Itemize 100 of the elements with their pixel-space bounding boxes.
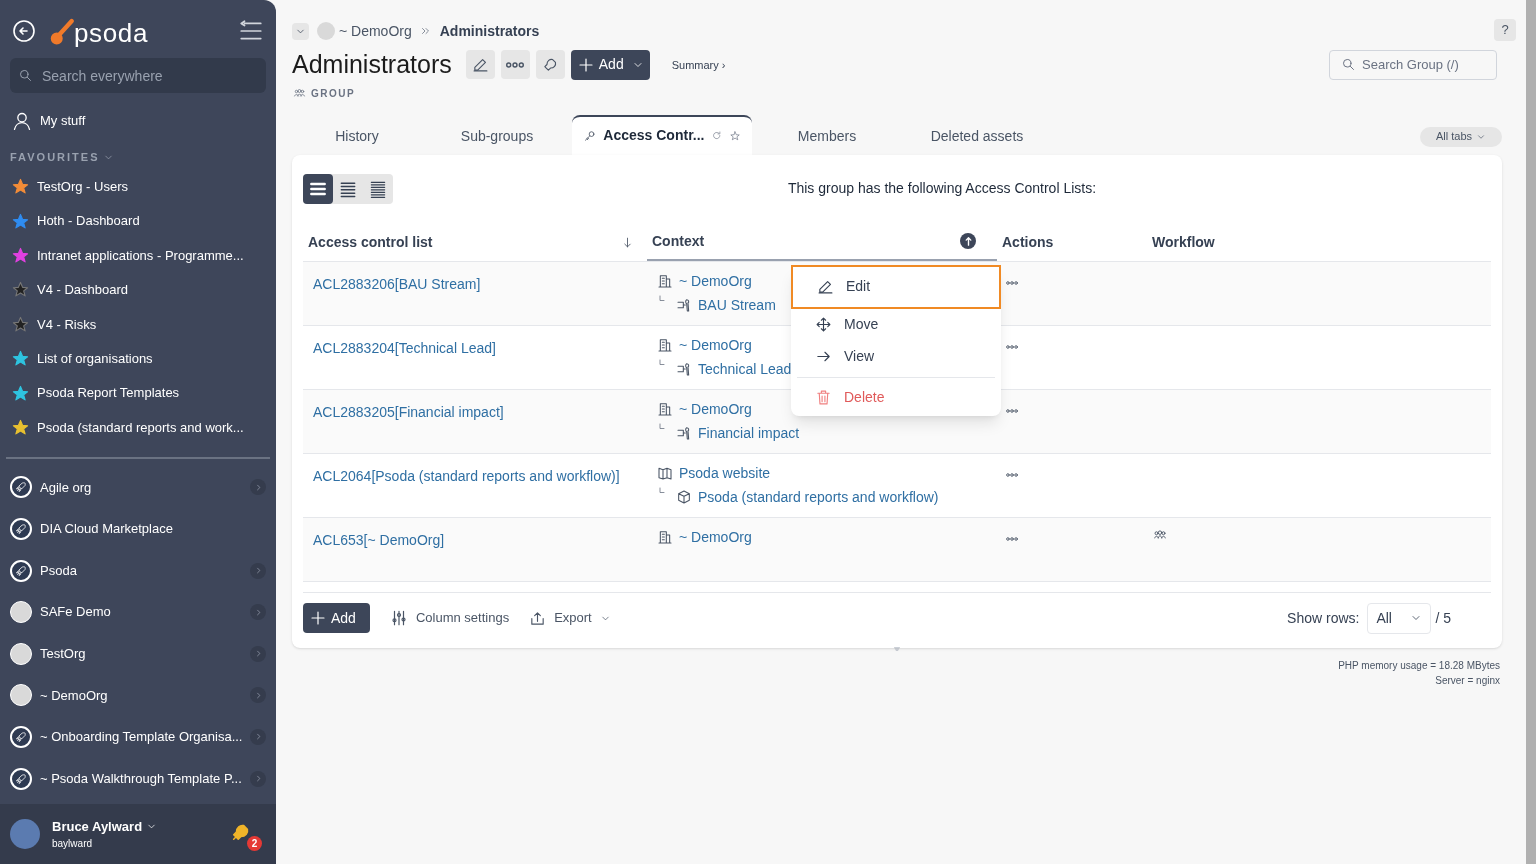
acl-link[interactable]: ACL2064[Psoda (standard reports and workflow)]	[313, 467, 620, 484]
favourite-item[interactable]: TestOrg - Users	[0, 169, 276, 204]
acl-link[interactable]: ACL2883205[Financial impact]	[313, 403, 504, 420]
my-stuff-link[interactable]: My stuff	[0, 109, 276, 133]
organisation-item[interactable]: SAFe Demo	[0, 591, 276, 633]
context-link[interactable]: BAU Stream	[698, 294, 776, 316]
favourite-item[interactable]: Psoda Report Templates	[0, 375, 276, 411]
menu-item[interactable]: Edit	[791, 264, 1001, 309]
edit-button[interactable]	[465, 50, 495, 80]
favourite-item[interactable]: Psoda (standard reports and work...	[0, 410, 276, 445]
scrollbar[interactable]	[1526, 0, 1536, 864]
context-link[interactable]: Psoda (standard reports and workflow)	[698, 486, 939, 508]
sort-up-icon[interactable]	[960, 233, 976, 249]
acl-link[interactable]: ACL653[~ DemoOrg]	[313, 531, 445, 548]
rocket-icon	[10, 559, 32, 582]
organisation-item[interactable]: ~ Psoda Walkthrough Template P...	[0, 757, 276, 800]
more-icon	[506, 61, 525, 68]
search-icon	[18, 68, 33, 83]
breadcrumb-separator-icon	[419, 25, 432, 37]
avatar-placeholder	[10, 819, 40, 849]
expand-icon[interactable]	[250, 645, 266, 662]
help-button[interactable]: ?	[1494, 19, 1516, 41]
menu-item[interactable]: Move	[791, 308, 1001, 341]
context-link[interactable]: Financial impact	[698, 422, 800, 444]
map-icon	[657, 465, 673, 481]
breadcrumb-link[interactable]: ~ DemoOrg	[339, 20, 412, 42]
expand-icon[interactable]	[250, 604, 266, 621]
context-link[interactable]: Psoda website	[679, 462, 771, 484]
row-density-button[interactable]	[303, 173, 333, 204]
column-header[interactable]: Access control list	[308, 231, 433, 253]
column-header[interactable]: Actions	[1002, 231, 1054, 253]
favourite-item[interactable]: V4 - Risks	[0, 307, 276, 342]
tab[interactable]: Deleted assets	[902, 118, 1052, 155]
tab[interactable]: Access Contr...	[572, 114, 752, 155]
organisation-item[interactable]: ~ Onboarding Template Organisa...	[0, 716, 276, 758]
back-icon	[12, 19, 36, 43]
rocket-icon	[10, 518, 32, 540]
search-field[interactable]: Search everywhere	[10, 58, 266, 93]
role-icon	[676, 425, 692, 441]
context-link[interactable]: Technical Lead	[698, 358, 792, 380]
intro-text: This group has the following Access Control Lists:	[786, 179, 1098, 198]
context-link[interactable]: ~ DemoOrg	[679, 334, 752, 356]
logo-text: psoda	[74, 20, 149, 46]
context-link[interactable]: ~ DemoOrg	[679, 398, 752, 420]
tab[interactable]: History	[292, 118, 422, 155]
object-type: GROUP	[311, 86, 356, 101]
expand-icon[interactable]	[250, 562, 266, 579]
favourite-item[interactable]: List of organisations	[0, 341, 276, 376]
favourites-heading[interactable]: FAVOURITES	[0, 149, 276, 166]
sort-arrow-icon	[621, 235, 634, 249]
all-tabs-button[interactable]: All tabs	[1419, 126, 1502, 147]
organisation-logo-placeholder	[10, 684, 32, 707]
tab[interactable]: Members	[752, 118, 902, 155]
organisation-item[interactable]: DIA Cloud Marketplace	[0, 508, 276, 550]
organisation-item[interactable]: Psoda	[0, 549, 276, 592]
expand-icon[interactable]	[250, 729, 266, 745]
favourite-item[interactable]: V4 - Dashboard	[0, 272, 276, 308]
bell-button[interactable]	[535, 50, 565, 80]
organisation-item[interactable]: TestOrg	[0, 633, 276, 675]
more-button[interactable]	[500, 50, 530, 80]
export-button[interactable]: Export	[529, 608, 611, 628]
organisation-item[interactable]: Agile org	[0, 466, 276, 509]
page-title: Administrators	[292, 49, 452, 80]
building-icon	[657, 401, 673, 417]
user-icon	[12, 111, 32, 131]
add-button[interactable]: Add	[570, 49, 650, 80]
column-settings-button[interactable]: Column settings	[389, 608, 510, 628]
server-info: PHP memory usage = 18.28 MBytes	[1338, 658, 1500, 673]
search-field[interactable]: Search Group (/)	[1329, 49, 1497, 80]
building-icon	[657, 273, 673, 289]
dropdown-button[interactable]	[292, 22, 309, 40]
tab[interactable]: Sub-groups	[422, 118, 572, 155]
menu-item[interactable]: View	[791, 340, 1001, 373]
favourite-item[interactable]: Intranet applications - Programme...	[0, 238, 276, 273]
column-header[interactable]: Workflow	[1152, 231, 1215, 253]
rocket-icon	[10, 476, 32, 499]
acl-link[interactable]: ACL2883206[BAU Stream]	[313, 275, 481, 292]
expand-icon[interactable]	[250, 687, 266, 704]
breadcrumb-current: Administrators	[439, 21, 540, 41]
organisation-item[interactable]: ~ DemoOrg	[0, 674, 276, 717]
favourite-item[interactable]: Hoth - Dashboard	[0, 203, 276, 239]
export-icon	[529, 609, 547, 627]
group-icon	[292, 87, 307, 99]
summary-link[interactable]: Summary ›	[671, 56, 726, 73]
user-menu[interactable]: Bruce Aylward	[52, 816, 218, 837]
search-icon	[1341, 56, 1356, 72]
rows-select[interactable]: All	[1367, 602, 1432, 634]
context-link[interactable]: ~ DemoOrg	[679, 270, 752, 292]
package-icon	[676, 489, 692, 505]
context-link[interactable]: ~ DemoOrg	[679, 526, 752, 548]
bell-icon	[541, 56, 559, 74]
pencil-icon	[471, 56, 489, 74]
acl-link[interactable]: ACL2883204[Technical Lead]	[313, 339, 496, 356]
expand-icon[interactable]	[250, 479, 266, 496]
add-button[interactable]: Add	[303, 603, 370, 633]
expand-icon[interactable]	[250, 770, 266, 787]
sliders-icon	[389, 609, 408, 627]
menu-item[interactable]: Delete	[791, 381, 1001, 414]
column-header[interactable]: Context	[652, 230, 705, 252]
move-icon	[815, 316, 832, 333]
